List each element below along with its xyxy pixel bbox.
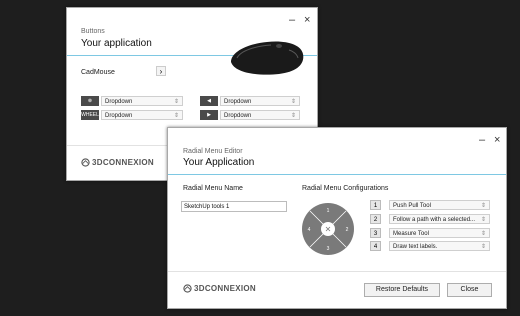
chevron-icon: ⇕ — [480, 217, 486, 223]
config-dropdown-1[interactable]: Push Pull Tool ⇕ — [389, 200, 490, 210]
restore-defaults-button[interactable]: Restore Defaults — [364, 283, 440, 297]
close-button[interactable]: × — [304, 14, 310, 26]
dropdown-value: Dropdown — [224, 99, 252, 105]
dropdown-value: Measure Tool — [393, 231, 429, 237]
window-subtitle: Buttons — [81, 28, 105, 35]
chevron-icon: ⇕ — [290, 99, 296, 105]
config-number-2: 2 — [370, 214, 381, 224]
wheel-number-4: 4 — [308, 227, 311, 233]
wheel-number-2: 2 — [346, 227, 349, 233]
chevron-icon: ⇕ — [290, 113, 296, 119]
device-label: CadMouse — [81, 69, 115, 76]
chevron-icon: ⇕ — [480, 203, 486, 209]
button-dropdown-3[interactable]: Dropdown ⇕ — [220, 96, 300, 106]
radial-menu-configs-header: Radial Menu Configurations — [302, 185, 389, 192]
device-next-button[interactable]: › — [156, 66, 166, 76]
button-dropdown-1[interactable]: Dropdown ⇕ — [101, 96, 183, 106]
config-number-4: 4 — [370, 241, 381, 251]
config-number-1: 1 — [370, 200, 381, 210]
close-button[interactable]: × — [494, 134, 500, 146]
cadmouse-image — [231, 41, 304, 75]
radial-wheel[interactable]: 1 2 3 4 — [301, 202, 355, 256]
brand-text: 3DCONNEXION — [92, 158, 154, 167]
dropdown-value: Draw text labels. — [393, 244, 438, 250]
brand-logo: 3DCONNEXION — [183, 284, 256, 294]
3dconnexion-logo-icon — [183, 284, 192, 294]
button-icon-back: ◀ — [200, 96, 218, 106]
button-icon-wheel: WHEEL — [81, 110, 99, 120]
button-icon-close: ⊗ — [81, 96, 99, 106]
radial-footer: 3DCONNEXION Restore Defaults Close — [168, 271, 506, 308]
dropdown-value: Push Pull Tool — [393, 203, 431, 209]
radial-menu-name-input[interactable]: SketchUp tools 1 — [181, 201, 287, 212]
radial-menu-name-header: Radial Menu Name — [183, 185, 243, 192]
config-dropdown-3[interactable]: Measure Tool ⇕ — [389, 228, 490, 238]
window-title: Your Application — [183, 157, 255, 168]
window-subtitle: Radial Menu Editor — [183, 148, 243, 155]
close-dialog-button[interactable]: Close — [447, 283, 492, 297]
chevron-icon: ⇕ — [173, 113, 179, 119]
minimize-button[interactable]: – — [289, 14, 295, 26]
chevron-icon: ⇕ — [173, 99, 179, 105]
config-dropdown-4[interactable]: Draw text labels. ⇕ — [389, 241, 490, 251]
3dconnexion-logo-icon — [81, 158, 90, 168]
dropdown-value: Dropdown — [105, 99, 133, 105]
button-dropdown-2[interactable]: Dropdown ⇕ — [101, 110, 183, 120]
brand-logo: 3DCONNEXION — [81, 158, 154, 168]
config-dropdown-2[interactable]: Follow a path with a selected... ⇕ — [389, 214, 490, 224]
header-divider — [168, 174, 506, 175]
dropdown-value: Follow a path with a selected... — [393, 217, 476, 223]
chevron-icon: ⇕ — [480, 244, 486, 250]
wheel-number-3: 3 — [327, 246, 330, 252]
dropdown-value: Dropdown — [224, 113, 252, 119]
brand-text: 3DCONNEXION — [194, 284, 256, 293]
wheel-number-1: 1 — [327, 208, 330, 214]
radial-menu-window: – × Radial Menu Editor Your Application … — [167, 127, 507, 309]
button-icon-forward: ▶ — [200, 110, 218, 120]
button-dropdown-4[interactable]: Dropdown ⇕ — [220, 110, 300, 120]
config-number-3: 3 — [370, 228, 381, 238]
window-title: Your application — [81, 38, 152, 49]
chevron-icon: ⇕ — [480, 231, 486, 237]
minimize-button[interactable]: – — [479, 134, 485, 146]
dropdown-value: Dropdown — [105, 113, 133, 119]
